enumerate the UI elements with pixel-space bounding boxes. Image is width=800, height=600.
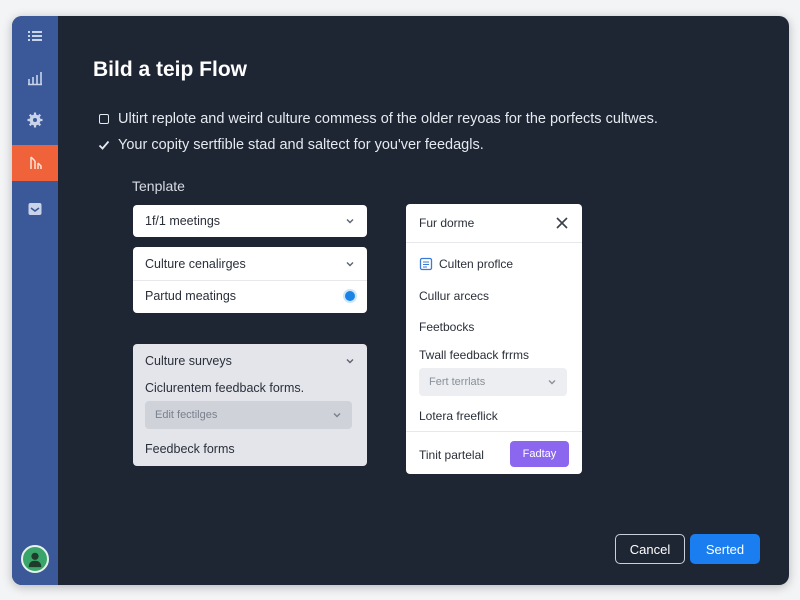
section-label-template: Tenplate <box>132 178 185 194</box>
culture-select-placeholder: Edit fectilges <box>155 409 218 421</box>
chevron-down-icon <box>346 262 354 267</box>
close-icon[interactable] <box>555 216 569 230</box>
list-icon[interactable] <box>12 18 58 54</box>
list-item[interactable]: Culture cenalirges <box>133 248 367 280</box>
divider <box>406 242 582 243</box>
panel-item-forms: Twall feedback frrms <box>419 348 530 362</box>
document-icon <box>419 257 433 271</box>
panel-item-access[interactable]: Cullur arcecs <box>419 289 489 303</box>
panel-action-button[interactable]: Fadtay <box>510 441 569 467</box>
template-select[interactable]: 1f/1 meetings <box>133 205 367 237</box>
panel-header: Fur dorme <box>419 216 475 230</box>
panel-item-feedbacks[interactable]: Feetbocks <box>419 320 474 334</box>
divider <box>406 431 582 432</box>
avatar[interactable] <box>21 545 49 573</box>
inbox-icon[interactable] <box>12 191 58 227</box>
sidebar <box>12 16 58 585</box>
culture-surveys-heading: Culture surveys <box>145 354 232 368</box>
culture-footer-label[interactable]: Feedbeck forms <box>145 442 235 456</box>
template-select-value: 1f/1 meetings <box>145 214 221 228</box>
intro-text-2: Your copity sertfible stad and saltect f… <box>118 137 484 153</box>
panel-item-profile-label: Culten proflce <box>439 257 514 271</box>
checkmark-icon <box>98 139 110 151</box>
options-list: Culture cenalirges Partud meatings <box>133 247 367 313</box>
intro-text-1: Ultirt replote and weird culture commess… <box>118 111 658 127</box>
culture-surveys-card: Culture surveys Ciclurentem feedback for… <box>133 344 367 466</box>
checkbox-empty-icon[interactable] <box>98 114 110 124</box>
intro-line-1: Ultirt replote and weird culture commess… <box>98 111 658 127</box>
settings-gear-icon[interactable] <box>12 102 58 138</box>
page-title: Bild a teip Flow <box>93 58 248 81</box>
panel-footer-text: Tinit partelal <box>419 448 484 462</box>
culture-surveys-header[interactable]: Culture surveys <box>133 345 367 377</box>
main-content: Bild a teip Flow Ultirt replote and weir… <box>58 16 789 585</box>
intro-line-2: Your copity sertfible stad and saltect f… <box>98 137 484 153</box>
option-label-meetings: Partud meatings <box>145 289 237 303</box>
panel-select-placeholder: Fert terrlats <box>429 376 486 388</box>
chevron-down-icon <box>548 380 556 385</box>
bar-chart-icon[interactable] <box>12 60 58 96</box>
cancel-button[interactable]: Cancel <box>615 534 685 564</box>
panel-item-lotera[interactable]: Lotera freeflick <box>419 409 498 423</box>
panel-select[interactable]: Fert terrlats <box>419 368 567 396</box>
flow-icon[interactable] <box>12 145 58 181</box>
submit-button[interactable]: Serted <box>690 534 760 564</box>
template-select-row[interactable]: 1f/1 meetings <box>133 205 367 237</box>
form-panel: Fur dorme Culten proflce Cullur arcecs F… <box>406 204 582 474</box>
list-item[interactable]: Partud meatings <box>133 280 367 312</box>
chevron-down-icon <box>333 413 341 418</box>
option-label-culture: Culture cenalirges <box>145 257 246 271</box>
culture-select[interactable]: Edit fectilges <box>145 401 352 429</box>
chevron-down-icon <box>346 219 354 224</box>
app-window: Bild a teip Flow Ultirt replote and weir… <box>12 16 789 585</box>
chevron-down-icon <box>346 359 354 364</box>
radio-selected-icon[interactable] <box>345 291 355 301</box>
culture-sub-label: Ciclurentem feedback forms. <box>145 381 305 395</box>
panel-item-profile[interactable]: Culten proflce <box>419 257 513 271</box>
